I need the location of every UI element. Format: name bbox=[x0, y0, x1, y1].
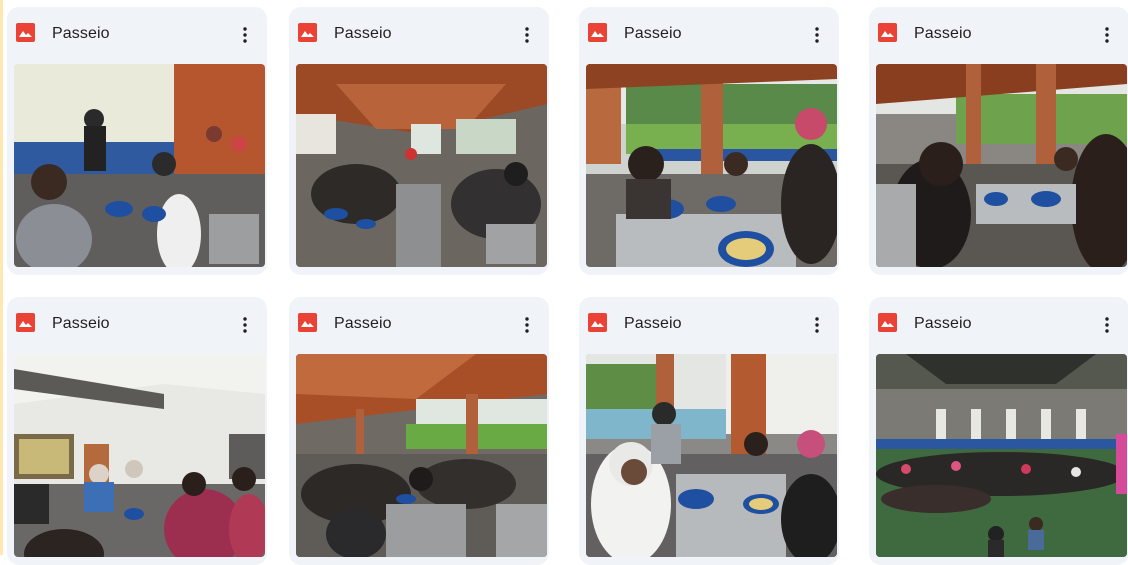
image-file-icon bbox=[878, 23, 897, 42]
more-vert-icon[interactable] bbox=[231, 21, 259, 49]
file-card[interactable]: Passeio bbox=[7, 297, 267, 565]
thumbnail-image[interactable] bbox=[876, 354, 1127, 557]
card-title: Passeio bbox=[914, 25, 972, 42]
card-title: Passeio bbox=[334, 25, 392, 42]
image-file-icon bbox=[16, 23, 35, 42]
file-card[interactable]: Passeio bbox=[7, 7, 267, 275]
file-card[interactable]: Passeio bbox=[869, 297, 1128, 565]
file-grid: Passeio Passeio Passeio Passeio Passeio … bbox=[0, 0, 1128, 565]
file-card[interactable]: Passeio bbox=[289, 7, 549, 275]
more-vert-icon[interactable] bbox=[1093, 311, 1121, 339]
card-header: Passeio bbox=[869, 297, 1128, 353]
thumbnail-image[interactable] bbox=[296, 64, 547, 267]
card-header: Passeio bbox=[579, 7, 839, 63]
card-header: Passeio bbox=[289, 7, 549, 63]
more-vert-icon[interactable] bbox=[513, 21, 541, 49]
card-title: Passeio bbox=[334, 315, 392, 332]
image-file-icon bbox=[298, 313, 317, 332]
image-file-icon bbox=[588, 313, 607, 332]
thumbnail-image[interactable] bbox=[586, 354, 837, 557]
more-vert-icon[interactable] bbox=[803, 21, 831, 49]
image-file-icon bbox=[878, 313, 897, 332]
file-card[interactable]: Passeio bbox=[289, 297, 549, 565]
card-header: Passeio bbox=[579, 297, 839, 353]
card-header: Passeio bbox=[7, 297, 267, 353]
image-file-icon bbox=[298, 23, 317, 42]
more-vert-icon[interactable] bbox=[1093, 21, 1121, 49]
card-title: Passeio bbox=[624, 315, 682, 332]
card-title: Passeio bbox=[52, 315, 110, 332]
card-title: Passeio bbox=[914, 315, 972, 332]
more-vert-icon[interactable] bbox=[231, 311, 259, 339]
thumbnail-image[interactable] bbox=[296, 354, 547, 557]
file-card[interactable]: Passeio bbox=[579, 7, 839, 275]
image-file-icon bbox=[16, 313, 35, 332]
thumbnail-image[interactable] bbox=[14, 354, 265, 557]
thumbnail-image[interactable] bbox=[876, 64, 1127, 267]
file-card[interactable]: Passeio bbox=[579, 297, 839, 565]
thumbnail-image[interactable] bbox=[586, 64, 837, 267]
card-title: Passeio bbox=[624, 25, 682, 42]
image-file-icon bbox=[588, 23, 607, 42]
more-vert-icon[interactable] bbox=[513, 311, 541, 339]
card-header: Passeio bbox=[7, 7, 267, 63]
thumbnail-image[interactable] bbox=[14, 64, 265, 267]
card-header: Passeio bbox=[869, 7, 1128, 63]
more-vert-icon[interactable] bbox=[803, 311, 831, 339]
card-title: Passeio bbox=[52, 25, 110, 42]
file-card[interactable]: Passeio bbox=[869, 7, 1128, 275]
card-header: Passeio bbox=[289, 297, 549, 353]
